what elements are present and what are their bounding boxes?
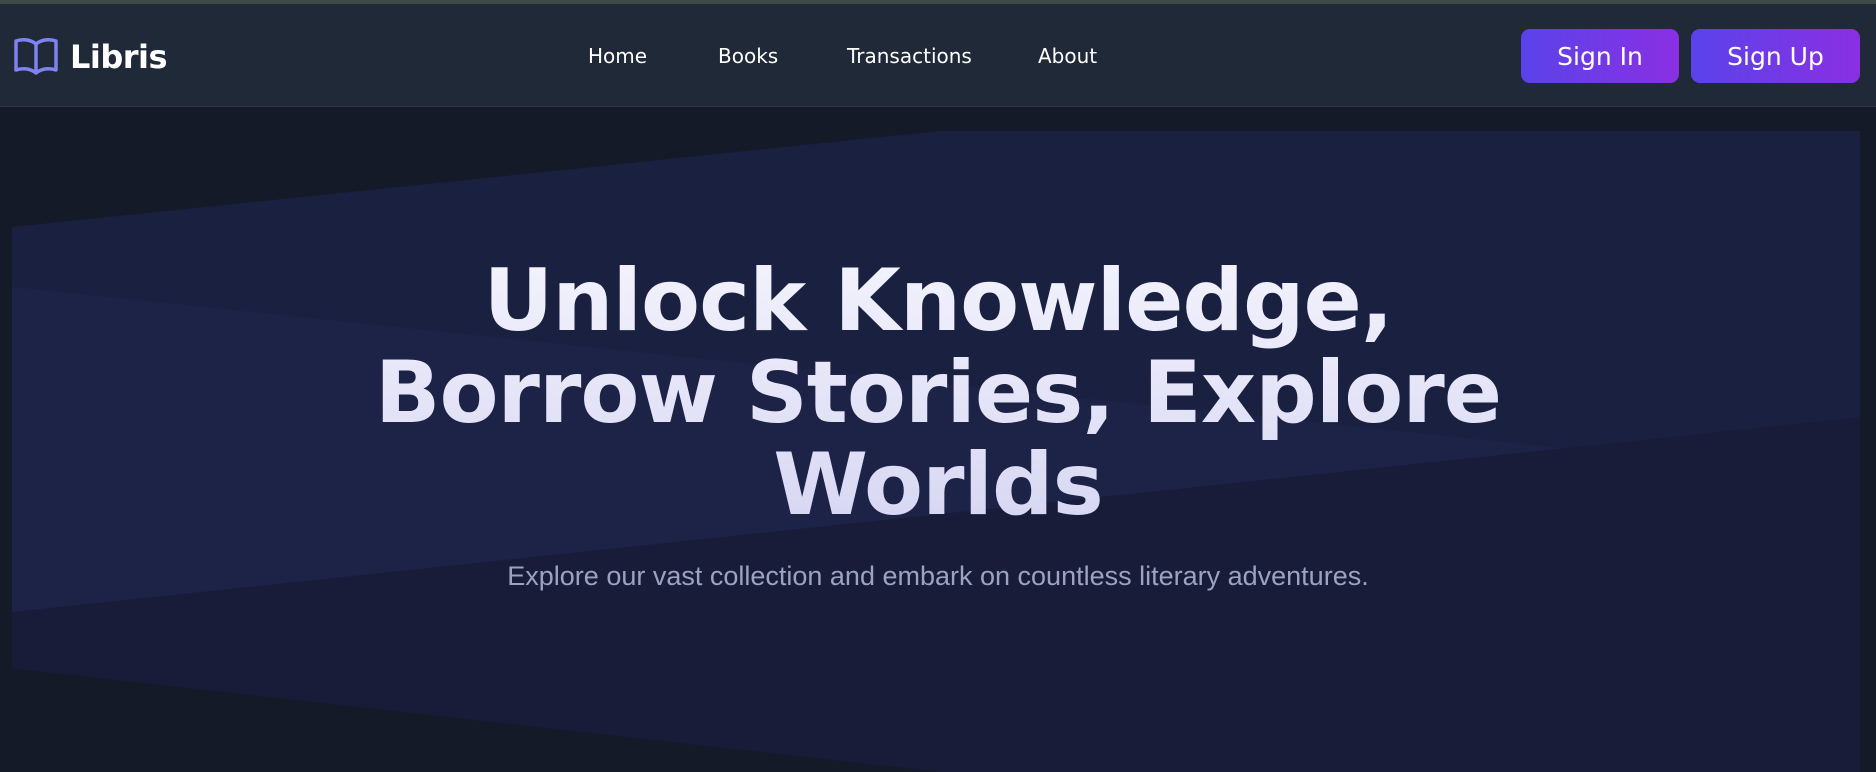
- nav-link-transactions[interactable]: Transactions: [847, 44, 972, 68]
- hero-subtitle: Explore our vast collection and embark o…: [507, 561, 1369, 591]
- open-book-icon: [14, 37, 58, 77]
- navbar: Libris Home Books Transactions About Sig…: [0, 4, 1876, 107]
- sign-up-button[interactable]: Sign Up: [1691, 29, 1860, 83]
- nav-link-home[interactable]: Home: [588, 44, 647, 68]
- nav-link-books[interactable]: Books: [718, 44, 778, 68]
- hero-section: Unlock Knowledge, Borrow Stories, Explor…: [0, 107, 1876, 772]
- brand-logo-link[interactable]: Libris: [14, 32, 168, 82]
- hero-title: Unlock Knowledge, Borrow Stories, Explor…: [338, 255, 1538, 531]
- sign-in-button[interactable]: Sign In: [1521, 29, 1679, 83]
- brand-name: Libris: [70, 38, 168, 76]
- nav-link-about[interactable]: About: [1038, 44, 1097, 68]
